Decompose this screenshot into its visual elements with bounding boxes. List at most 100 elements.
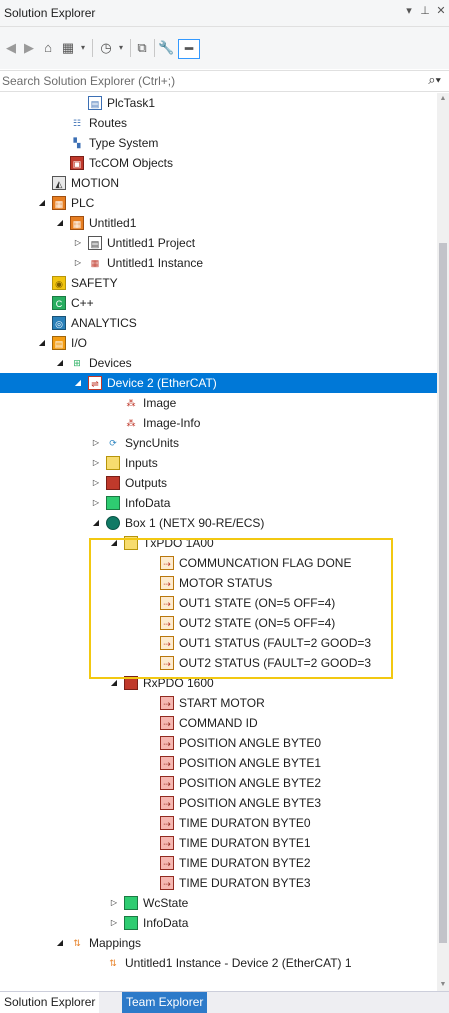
tree-item[interactable]: ▤ PlcTask1 bbox=[0, 93, 437, 113]
tree-item-label: Box 1 (NETX 90-RE/ECS) bbox=[125, 516, 265, 530]
search-icon[interactable]: ⌕▾ bbox=[428, 72, 441, 88]
tree-item[interactable]: ⇢ MOTOR STATUS bbox=[0, 573, 437, 593]
collapsed-arrow-icon[interactable]: ▷ bbox=[90, 433, 102, 453]
tree-item-label: TIME DURATON BYTE2 bbox=[179, 856, 311, 870]
mapping-item-icon: ⇅ bbox=[109, 958, 117, 968]
tree-item[interactable]: ◢ ⊞ Devices bbox=[0, 353, 437, 373]
back-icon[interactable]: ◀ bbox=[4, 39, 18, 57]
tree-item[interactable]: ◢ ▦ PLC bbox=[0, 193, 437, 213]
vertical-scrollbar[interactable]: ▲ ▼ bbox=[437, 93, 449, 991]
plc-icon: ▦ bbox=[52, 196, 66, 210]
tree-item[interactable]: ⇢ OUT1 STATUS (FAULT=2 GOOD=3 bbox=[0, 633, 437, 653]
tree-item[interactable]: ⁂ Image-Info bbox=[0, 413, 437, 433]
tab-solution-explorer[interactable]: Solution Explorer bbox=[0, 992, 100, 1013]
inputs-icon bbox=[106, 456, 120, 470]
tree-item[interactable]: ⇢ POSITION ANGLE BYTE0 bbox=[0, 733, 437, 753]
toolbar-separator bbox=[130, 39, 131, 57]
tree-item[interactable]: ⇅ Untitled1 Instance - Device 2 (EtherCAT… bbox=[0, 953, 437, 973]
chevron-down-icon[interactable]: ▾ bbox=[116, 39, 126, 57]
tree-item[interactable]: ⇢ OUT2 STATUS (FAULT=2 GOOD=3 bbox=[0, 653, 437, 673]
tree-item[interactable]: ▚ Type System bbox=[0, 133, 437, 153]
expanded-arrow-icon[interactable]: ◢ bbox=[54, 933, 66, 953]
tree-item[interactable]: ◉ SAFETY bbox=[0, 273, 437, 293]
dropdown-icon[interactable]: ▾ bbox=[402, 4, 416, 17]
tree-item[interactable]: ⇢ POSITION ANGLE BYTE2 bbox=[0, 773, 437, 793]
scroll-up-icon[interactable]: ▲ bbox=[437, 93, 449, 105]
scroll-thumb[interactable] bbox=[439, 243, 447, 943]
tree-item[interactable]: ◢ ⇌ Device 2 (EtherCAT) bbox=[0, 373, 437, 393]
expanded-arrow-icon[interactable]: ◢ bbox=[36, 333, 48, 353]
tree-item-label: RxPDO 1600 bbox=[143, 676, 214, 690]
expanded-arrow-icon[interactable]: ◢ bbox=[54, 353, 66, 373]
expanded-arrow-icon[interactable]: ◢ bbox=[54, 213, 66, 233]
collapsed-arrow-icon[interactable]: ▷ bbox=[108, 893, 120, 913]
collapsed-arrow-icon[interactable]: ▷ bbox=[108, 913, 120, 933]
tree-item-label: Device 2 (EtherCAT) bbox=[107, 376, 217, 390]
tree-item[interactable]: ⇢ OUT2 STATE (ON=5 OFF=4) bbox=[0, 613, 437, 633]
pin-icon[interactable]: ⊥ bbox=[418, 4, 432, 17]
tree-item[interactable]: ⇢ TIME DURATON BYTE3 bbox=[0, 873, 437, 893]
tree-item[interactable]: ◢ ▦ Untitled1 bbox=[0, 213, 437, 233]
tree-item[interactable]: ▷ WcState bbox=[0, 893, 437, 913]
search-input[interactable] bbox=[2, 73, 420, 89]
tree-item[interactable]: ◢ TxPDO 1A00 bbox=[0, 533, 437, 553]
tree-item[interactable]: ◢ Box 1 (NETX 90-RE/ECS) bbox=[0, 513, 437, 533]
tree-item[interactable]: ☷ Routes bbox=[0, 113, 437, 133]
tree-item[interactable]: ⇢ POSITION ANGLE BYTE1 bbox=[0, 753, 437, 773]
close-icon[interactable]: ✕ bbox=[434, 4, 448, 17]
tree-item[interactable]: ⇢ POSITION ANGLE BYTE3 bbox=[0, 793, 437, 813]
tree-item-label: TcCOM Objects bbox=[89, 156, 174, 170]
tree-item-label: POSITION ANGLE BYTE2 bbox=[179, 776, 322, 790]
collapsed-arrow-icon[interactable]: ▷ bbox=[90, 493, 102, 513]
home-icon[interactable]: ⌂ bbox=[40, 39, 56, 57]
tree-item[interactable]: ▷ InfoData bbox=[0, 493, 437, 513]
tab-team-explorer[interactable]: Team Explorer bbox=[122, 992, 208, 1013]
solution-tree: ▤ PlcTask1 ☷ Routes ▚ Type System ▣ TcCOM Objec… bbox=[0, 93, 437, 991]
expanded-arrow-icon[interactable]: ◢ bbox=[90, 513, 102, 533]
tree-item[interactable]: ▣ TcCOM Objects bbox=[0, 153, 437, 173]
tree-item[interactable]: ◎ ANALYTICS bbox=[0, 313, 437, 333]
collapsed-arrow-icon[interactable]: ▷ bbox=[90, 453, 102, 473]
scroll-down-icon[interactable]: ▼ bbox=[437, 979, 449, 991]
history-icon[interactable]: ◷ bbox=[98, 39, 114, 57]
collapsed-arrow-icon[interactable]: ▷ bbox=[72, 233, 84, 253]
tree-item[interactable]: ⇢ TIME DURATON BYTE1 bbox=[0, 833, 437, 853]
tccom-icon: ▣ bbox=[70, 156, 84, 170]
collapsed-arrow-icon[interactable]: ▷ bbox=[72, 253, 84, 273]
tree-item[interactable]: ◭ MOTION bbox=[0, 173, 437, 193]
tree-item[interactable]: C C++ bbox=[0, 293, 437, 313]
tree-item[interactable]: ⇢ TIME DURATON BYTE0 bbox=[0, 813, 437, 833]
collapsed-arrow-icon[interactable]: ▷ bbox=[90, 473, 102, 493]
tree-item[interactable]: ⇢ COMMUNCATION FLAG DONE bbox=[0, 553, 437, 573]
forward-icon[interactable]: ▶ bbox=[22, 39, 36, 57]
tree-item[interactable]: ⇢ START MOTOR bbox=[0, 693, 437, 713]
tree-item-label: ANALYTICS bbox=[71, 316, 137, 330]
tree-item[interactable]: ◢ RxPDO 1600 bbox=[0, 673, 437, 693]
expanded-arrow-icon[interactable]: ◢ bbox=[108, 673, 120, 693]
expanded-arrow-icon[interactable]: ◢ bbox=[72, 373, 84, 393]
tree-item-label: COMMAND ID bbox=[179, 716, 258, 730]
preview-selected-icon[interactable]: ━ bbox=[178, 39, 200, 59]
tree-item[interactable]: ⇢ TIME DURATON BYTE2 bbox=[0, 853, 437, 873]
switch-views-icon[interactable]: ▦ bbox=[60, 39, 76, 57]
tree-item[interactable]: ⇢ OUT1 STATE (ON=5 OFF=4) bbox=[0, 593, 437, 613]
tree-item[interactable]: ▷ InfoData bbox=[0, 913, 437, 933]
image-icon: ⁂ bbox=[126, 398, 136, 408]
expanded-arrow-icon[interactable]: ◢ bbox=[36, 193, 48, 213]
tree-item[interactable]: ◢ ⇅ Mappings bbox=[0, 933, 437, 953]
tree-item[interactable]: ⇢ COMMAND ID bbox=[0, 713, 437, 733]
output-var-icon: ⇢ bbox=[160, 756, 174, 770]
properties-wrench-icon[interactable]: 🔧 bbox=[158, 39, 174, 57]
task-icon: ▤ bbox=[88, 96, 102, 110]
tree-item[interactable]: ◢ ▤ I/O bbox=[0, 333, 437, 353]
collapse-all-icon[interactable]: ⧉ bbox=[134, 39, 150, 57]
tree-item[interactable]: ▷ ⟳ SyncUnits bbox=[0, 433, 437, 453]
toolbar: ◀ ▶ ⌂ ▦ ▾ ◷ ▾ ⧉ 🔧 ━ bbox=[0, 27, 449, 69]
tree-item[interactable]: ▷ Outputs bbox=[0, 473, 437, 493]
chevron-down-icon[interactable]: ▾ bbox=[78, 39, 88, 57]
tree-item[interactable]: ▷ ▦ Untitled1 Instance bbox=[0, 253, 437, 273]
tree-item[interactable]: ⁂ Image bbox=[0, 393, 437, 413]
tree-item[interactable]: ▷ ▤ Untitled1 Project bbox=[0, 233, 437, 253]
tree-item[interactable]: ▷ Inputs bbox=[0, 453, 437, 473]
expanded-arrow-icon[interactable]: ◢ bbox=[108, 533, 120, 553]
